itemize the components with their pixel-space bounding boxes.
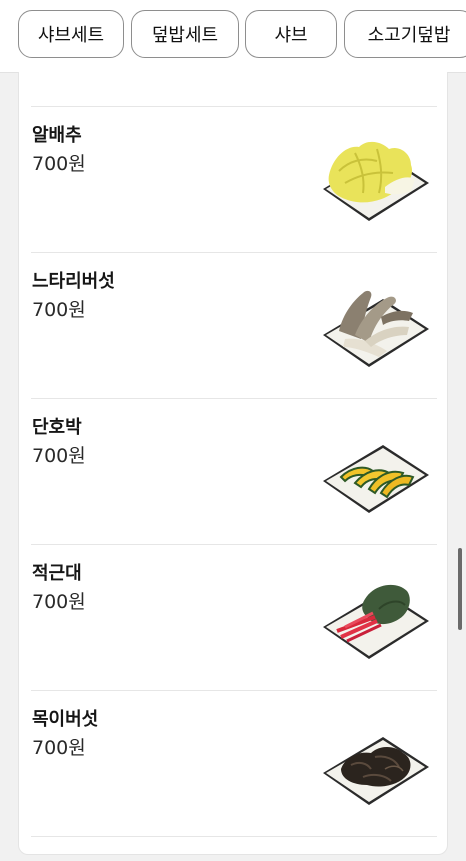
menu-item[interactable]: 느타리버섯 700원 [19,253,447,399]
category-tab-beef-rice-bowl[interactable]: 소고기덮밥 [344,10,466,58]
category-tab-label: 소고기덮밥 [367,25,451,46]
menu-item-name: 느타리버섯 [32,271,115,292]
category-tab-label: 샤브 [274,25,308,46]
menu-item[interactable]: 단호박 700원 [19,399,447,545]
menu-item[interactable]: 알배추 700원 [19,107,447,253]
red-chard-image [323,584,429,659]
menu-item-name: 단호박 [32,417,82,438]
menu-item-name: 적근대 [32,563,82,584]
menu-page: 샤브세트 덮밥세트 샤브 소고기덮밥 알배추 700원 느타리버섯 700원 단… [0,0,466,861]
menu-item-price: 700원 [32,299,86,321]
category-tab-bar: 샤브세트 덮밥세트 샤브 소고기덮밥 [0,0,466,73]
menu-item-name: 목이버섯 [32,709,99,730]
wood-ear-mushroom-image [323,737,429,805]
category-tab-label: 덮밥세트 [151,25,219,46]
divider [31,836,437,837]
oyster-mushroom-image [323,290,429,367]
category-tab-shabu[interactable]: 샤브 [245,10,337,58]
category-tab-label: 샤브세트 [37,25,105,46]
scrollbar[interactable] [458,548,462,630]
napa-cabbage-image [323,141,429,221]
category-tab-shabu-set[interactable]: 샤브세트 [18,10,124,58]
sweet-pumpkin-image [323,445,429,513]
menu-item-price: 700원 [32,153,86,175]
category-tab-rice-bowl-set[interactable]: 덮밥세트 [131,10,239,58]
menu-item[interactable]: 적근대 700원 [19,545,447,691]
menu-item-price: 700원 [32,591,86,613]
menu-item-name: 알배추 [32,125,82,146]
menu-item-price: 700원 [32,737,86,759]
menu-item-price: 700원 [32,445,86,467]
menu-list: 알배추 700원 느타리버섯 700원 단호박 700원 적근대 700원 목이… [18,72,448,855]
menu-item[interactable]: 목이버섯 700원 [19,691,447,837]
